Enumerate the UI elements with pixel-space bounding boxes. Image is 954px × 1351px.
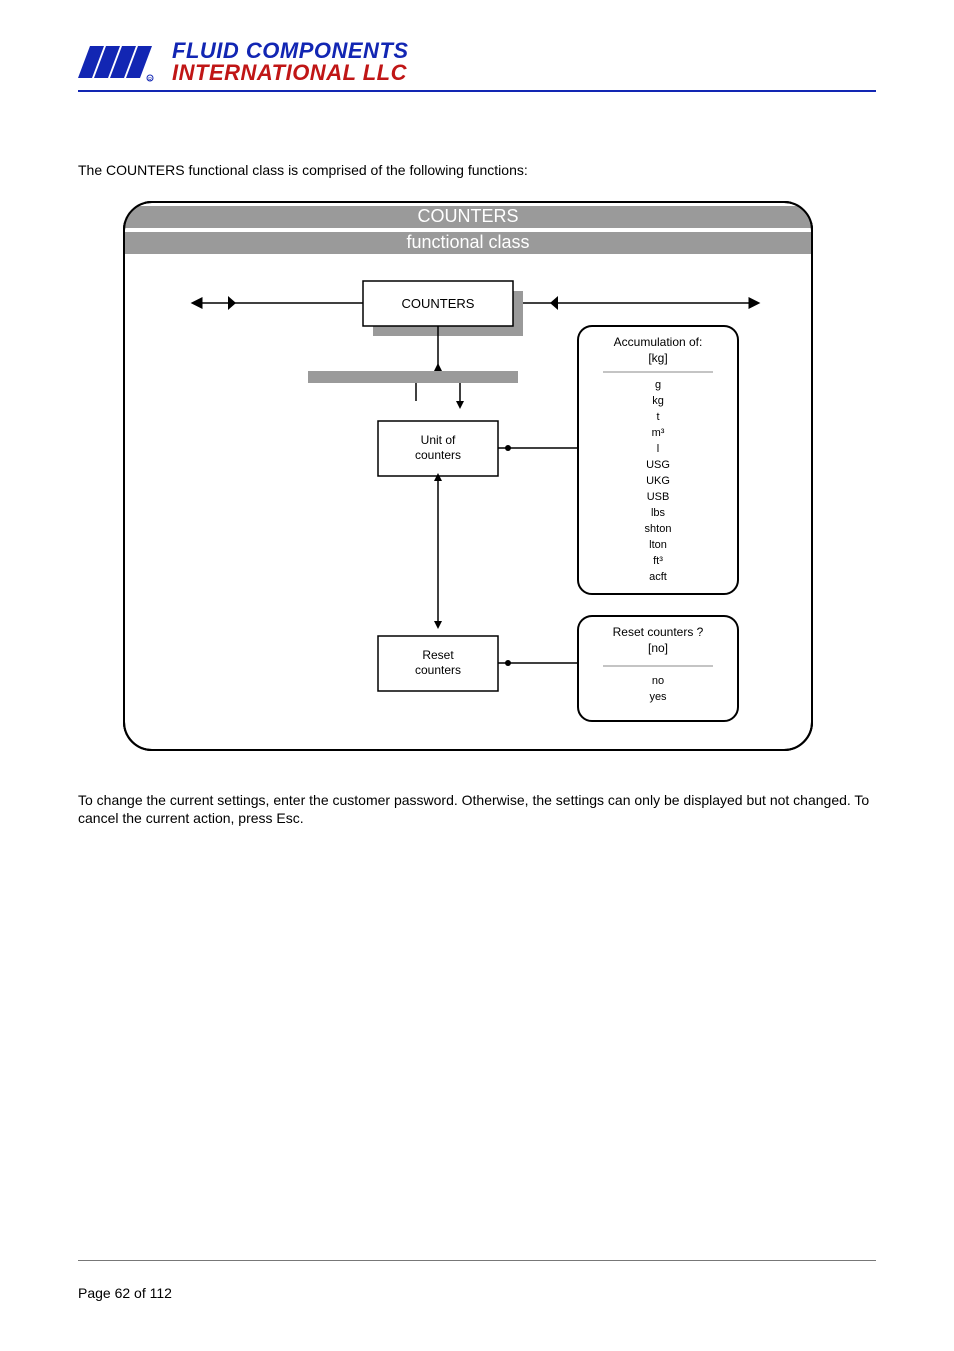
diagram-title-2: functional class (406, 232, 529, 252)
logo: R FLUID COMPONENTS INTERNATIONAL LLC (78, 40, 876, 84)
accum-opt-3: m³ (652, 427, 665, 439)
diagram: COUNTERS functional class COUNTERS (118, 196, 876, 761)
page-number: Page 62 of 112 (78, 1285, 876, 1301)
node-unit-2: counters (415, 448, 461, 462)
accum-opt-12: acft (649, 571, 667, 583)
accum-opt-10: lton (649, 539, 667, 551)
accum-title: Accumulation of: (614, 335, 703, 349)
node-unit-1: Unit of (421, 433, 456, 447)
page-footer: Page 62 of 112 (78, 1260, 876, 1301)
diagram-title-1: COUNTERS (417, 206, 518, 226)
reset-opt-0: no (652, 675, 664, 687)
accum-opt-4: l (657, 443, 659, 455)
node-reset-1: Reset (422, 648, 454, 662)
logo-line-2: INTERNATIONAL LLC (172, 62, 409, 84)
accum-opt-5: USG (646, 459, 670, 471)
accum-opt-9: shton (645, 523, 672, 535)
footer-rule (78, 1260, 876, 1261)
svg-text:R: R (148, 77, 152, 83)
accum-opt-2: t (656, 411, 659, 423)
accum-opt-1: kg (652, 395, 664, 407)
logo-line-1: FLUID COMPONENTS (172, 40, 409, 62)
page: R FLUID COMPONENTS INTERNATIONAL LLC The… (0, 0, 954, 1351)
accum-opt-11: ft³ (653, 555, 663, 567)
accum-opt-6: UKG (646, 475, 670, 487)
accum-current: [kg] (648, 351, 667, 365)
reset-opt-1: yes (649, 691, 667, 703)
page-header: R FLUID COMPONENTS INTERNATIONAL LLC (78, 40, 876, 92)
intro-text: The COUNTERS functional class is compris… (78, 162, 876, 178)
logo-text: FLUID COMPONENTS INTERNATIONAL LLC (172, 40, 409, 84)
counters-diagram-svg: COUNTERS functional class COUNTERS (118, 196, 818, 756)
reset-current: [no] (648, 641, 668, 655)
accum-opt-7: USB (647, 491, 670, 503)
outro-text: To change the current settings, enter th… (78, 791, 876, 827)
header-rule (78, 90, 876, 92)
node-reset-2: counters (415, 663, 461, 677)
accum-opt-0: g (655, 379, 661, 391)
accum-opt-8: lbs (651, 507, 666, 519)
reset-title: Reset counters ? (613, 625, 704, 639)
node-counters: COUNTERS (402, 296, 475, 311)
fci-logo-mark: R (78, 40, 164, 84)
